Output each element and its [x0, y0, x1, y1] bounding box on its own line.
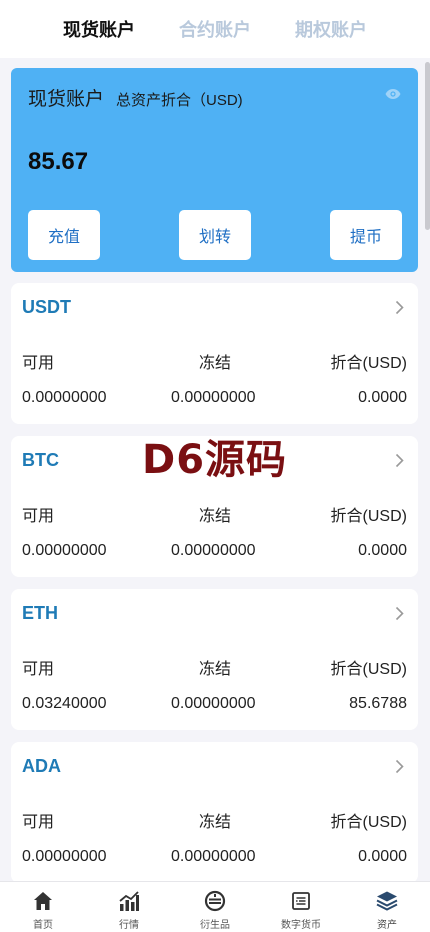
chevron-right-icon[interactable] — [395, 300, 404, 315]
eye-icon[interactable] — [385, 88, 401, 100]
deposit-button[interactable]: 充值 — [28, 210, 100, 260]
available-value: 0.00000000 — [22, 848, 107, 865]
frozen-label: 冻结 — [199, 661, 232, 678]
nav-item-assets[interactable]: 资产 — [344, 882, 430, 932]
converted-value: 0.0000 — [358, 389, 407, 406]
watermark: D6源码 — [142, 437, 288, 483]
available-value: 0.00000000 — [22, 389, 107, 406]
nav-item-home[interactable]: 首页 — [0, 882, 86, 932]
frozen-value: 0.00000000 — [171, 695, 256, 712]
summary-title: 现货账户 — [28, 89, 105, 110]
chevron-right-icon[interactable] — [395, 606, 404, 621]
chevron-right-icon[interactable] — [395, 453, 404, 468]
summary-subtitle: 总资产折合（USD) — [116, 92, 243, 109]
converted-label: 折合(USD) — [330, 661, 407, 678]
withdraw-button[interactable]: 提币 — [330, 210, 402, 260]
frozen-value: 0.00000000 — [171, 542, 256, 559]
nav-label: 首页 — [33, 920, 53, 931]
asset-card-ada[interactable]: ADA 可用 冻结 折合(USD) 0.00000000 0.00000000 … — [11, 742, 418, 883]
asset-summary-card: 现货账户 总资产折合（USD) 85.67 充值 划转 提币 — [11, 68, 418, 272]
market-chart-icon — [119, 891, 139, 911]
coin-name: USDT — [22, 297, 71, 317]
asset-card-usdt[interactable]: USDT 可用 冻结 折合(USD) 0.00000000 0.00000000… — [11, 283, 418, 424]
nav-item-market[interactable]: 行情 — [86, 882, 172, 932]
available-label: 可用 — [22, 355, 55, 372]
nav-item-derivatives[interactable]: 衍生品 — [172, 882, 258, 932]
converted-value: 85.6788 — [349, 695, 407, 712]
digital-currency-icon — [292, 892, 310, 910]
bottom-navigation: 首页 行情 衍生品 数字货币 资产 — [0, 881, 430, 932]
frozen-label: 冻结 — [199, 355, 232, 372]
transfer-button[interactable]: 划转 — [179, 210, 251, 260]
nav-label: 衍生品 — [200, 920, 230, 931]
total-assets-value: 85.67 — [28, 148, 89, 175]
nav-label: 数字货币 — [281, 920, 321, 931]
frozen-label: 冻结 — [199, 508, 232, 525]
converted-value: 0.0000 — [358, 848, 407, 865]
derivatives-icon — [204, 890, 226, 912]
frozen-label: 冻结 — [199, 814, 232, 831]
coin-name: ETH — [22, 603, 58, 623]
converted-label: 折合(USD) — [330, 355, 407, 372]
nav-item-digital-currency[interactable]: 数字货币 — [258, 882, 344, 932]
frozen-value: 0.00000000 — [171, 389, 256, 406]
converted-value: 0.0000 — [358, 542, 407, 559]
tab-spot-account[interactable]: 现货账户 — [63, 16, 135, 42]
nav-label: 行情 — [119, 920, 139, 931]
chevron-right-icon[interactable] — [395, 759, 404, 774]
tab-contract-account[interactable]: 合约账户 — [179, 16, 251, 42]
converted-label: 折合(USD) — [330, 814, 407, 831]
scrollbar[interactable] — [425, 62, 430, 230]
frozen-value: 0.00000000 — [171, 848, 256, 865]
tab-options-account[interactable]: 期权账户 — [295, 16, 367, 42]
available-label: 可用 — [22, 661, 55, 678]
coin-name: BTC — [22, 450, 59, 470]
asset-card-eth[interactable]: ETH 可用 冻结 折合(USD) 0.03240000 0.00000000 … — [11, 589, 418, 730]
account-tabs: 现货账户 合约账户 期权账户 — [0, 0, 430, 58]
available-value: 0.00000000 — [22, 542, 107, 559]
assets-layers-icon — [376, 891, 398, 911]
nav-label: 资产 — [377, 920, 397, 931]
available-label: 可用 — [22, 814, 55, 831]
coin-name: ADA — [22, 756, 61, 776]
available-label: 可用 — [22, 508, 55, 525]
converted-label: 折合(USD) — [330, 508, 407, 525]
available-value: 0.03240000 — [22, 695, 107, 712]
home-icon — [34, 892, 52, 910]
